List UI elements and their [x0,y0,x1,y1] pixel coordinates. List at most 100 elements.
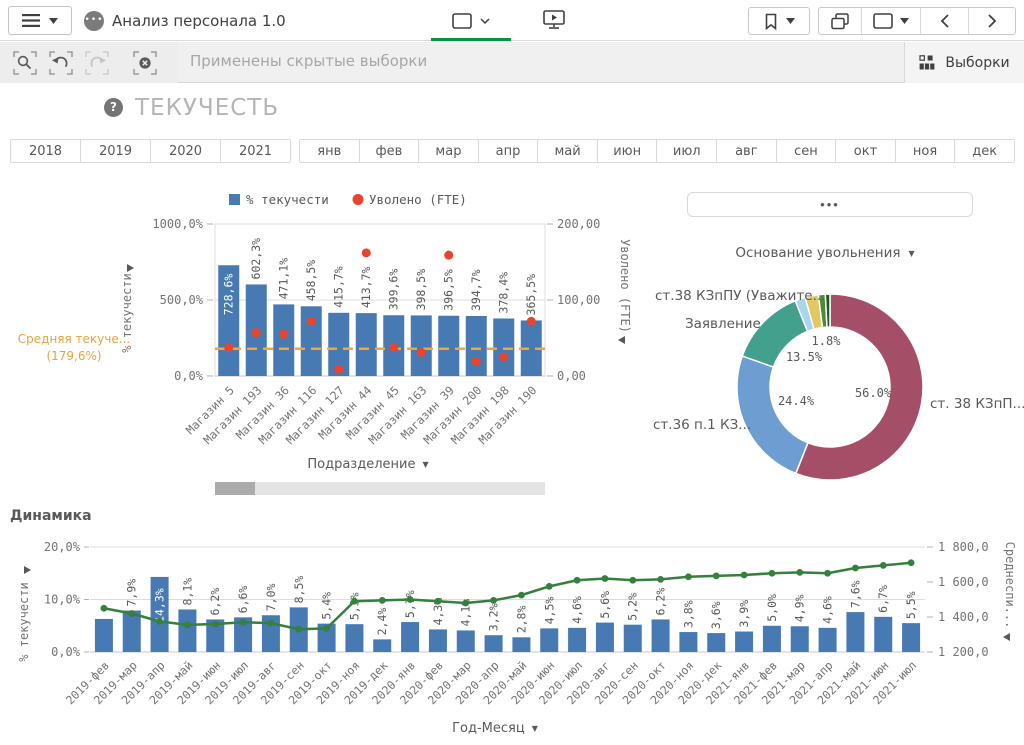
line-point-2020-мар[interactable] [462,600,469,607]
bar-2021-июн[interactable] [874,617,892,652]
line-point-2021-янв[interactable] [741,572,748,579]
line-point-2019-июн[interactable] [212,621,219,628]
month-filter-дек[interactable]: дек [955,140,1014,162]
fte-dot-Магазин 198[interactable] [499,353,508,362]
line-point-2019-дек[interactable] [379,597,386,604]
line-point-2019-фев[interactable] [101,605,108,612]
expand-right-icon[interactable] [127,264,134,272]
bar-Магазин 39[interactable] [438,316,459,376]
bar-2021-янв[interactable] [735,632,753,652]
donut-slice-0.8[interactable] [825,294,830,327]
dynamics-chart[interactable]: 20,0%10,0%0,0%1 800,01 600,01 400,01 200… [0,530,1024,730]
line-point-2021-июл[interactable] [908,559,915,566]
dynamics-xaxis-dimension[interactable]: Год-Месяц ▼ [405,721,585,736]
bar-Магазин 36[interactable] [273,304,294,376]
line-point-2020-окт[interactable] [657,576,664,583]
bar-2020-окт[interactable] [652,619,670,652]
smart-search-button[interactable] [12,50,38,76]
fte-dot-Магазин 163[interactable] [417,348,426,357]
step-forward-button[interactable] [84,50,110,76]
month-filter-май[interactable]: май [538,140,598,162]
month-filter-авг[interactable]: авг [717,140,777,162]
bar-Магазин 116[interactable] [301,306,322,376]
bar-2020-июл[interactable] [568,628,586,652]
more-options-button[interactable]: ••• [687,192,973,217]
app-info-icon[interactable]: ••• [84,11,104,31]
line-point-2020-дек[interactable] [713,572,720,579]
bar-2020-ноя[interactable] [679,632,697,652]
expand-left-icon[interactable] [618,336,625,344]
year-filter-2019[interactable]: 2019 [81,140,151,162]
fte-dot-Магазин 5[interactable] [224,343,233,352]
line-point-2019-май[interactable] [184,621,191,628]
dismissal-reasons-donut[interactable]: ст.38 КЗпПУ (Уважите...Заявлениест.36 п.… [640,240,1024,492]
bar-2019-фев[interactable] [95,619,113,652]
fte-dot-Магазин 36[interactable] [279,330,288,339]
bar-Магазин 198[interactable] [493,318,514,376]
month-filter-июн[interactable]: июн [598,140,658,162]
month-filter-апр[interactable]: апр [479,140,539,162]
bar-Магазин 44[interactable] [356,313,377,376]
bar-Магазин 200[interactable] [466,316,487,376]
donut-slice-ст.36 п.1 КЗ...[interactable] [737,356,808,473]
month-filter-мар[interactable]: мар [419,140,479,162]
presentation-mode-button[interactable] [538,8,570,34]
month-filter-сен[interactable]: сен [777,140,837,162]
selections-button[interactable]: Выборки [904,42,1024,83]
line-point-2019-сен[interactable] [295,626,302,633]
fte-dot-Магазин 127[interactable] [334,365,343,374]
bar-2019-дек[interactable] [373,639,391,652]
combo-chart-scrollbar[interactable] [215,482,545,495]
line-point-2021-апр[interactable] [824,570,831,577]
scrollbar-thumb[interactable] [215,482,255,495]
help-icon[interactable]: ? [104,98,123,117]
previous-sheet-button[interactable] [921,8,970,34]
global-menu-button[interactable] [8,6,72,35]
year-filter-2020[interactable]: 2020 [151,140,221,162]
line-point-2021-май[interactable] [852,565,859,572]
next-sheet-button[interactable] [969,8,1015,34]
line-point-2020-сен[interactable] [629,577,636,584]
bar-2019-ноя[interactable] [345,624,363,652]
bar-Магазин 163[interactable] [411,315,432,376]
sheets-overview-button[interactable] [819,8,862,34]
bar-2020-сен[interactable] [624,625,642,652]
line-point-2020-фев[interactable] [435,598,442,605]
fte-dot-Магазин 193[interactable] [252,328,261,337]
expand-right-icon[interactable] [24,566,31,574]
line-point-2019-июл[interactable] [240,619,247,626]
line-point-2020-авг[interactable] [602,575,609,582]
year-filter-2018[interactable]: 2018 [11,140,81,162]
line-point-2019-ноя[interactable] [351,598,358,605]
line-point-2020-июн[interactable] [546,583,553,590]
line-point-2019-апр[interactable] [156,618,163,625]
bar-2021-июл[interactable] [902,623,920,652]
line-point-2020-ноя[interactable] [685,573,692,580]
clear-selections-button[interactable] [132,50,158,76]
bookmarks-button[interactable] [748,7,810,35]
month-filter-окт[interactable]: окт [836,140,896,162]
combo-xaxis-dimension[interactable]: Подразделение ▼ [280,457,456,472]
line-point-2020-апр[interactable] [490,597,497,604]
line-point-2020-янв[interactable] [407,596,414,603]
line-point-2021-фев[interactable] [769,570,776,577]
bar-2020-мар[interactable] [457,630,475,652]
current-sheet-button[interactable] [431,0,511,41]
bar-2020-янв[interactable] [401,622,419,652]
month-filter-янв[interactable]: янв [300,140,360,162]
line-point-2020-июл[interactable] [574,577,581,584]
month-filter-июл[interactable]: июл [657,140,717,162]
fte-dot-Магазин 45[interactable] [389,343,398,352]
line-point-2019-окт[interactable] [323,625,330,632]
expand-left-icon[interactable] [1003,633,1010,641]
bar-2021-фев[interactable] [763,626,781,652]
bar-2020-май[interactable] [512,637,530,652]
sheet-view-button[interactable] [862,8,921,34]
bar-2020-апр[interactable] [485,635,503,652]
line-point-2019-авг[interactable] [268,620,275,627]
headcount-line[interactable] [104,563,911,630]
line-point-2019-мар[interactable] [128,610,135,617]
bar-2020-дек[interactable] [707,633,725,652]
fte-dot-Магазин 200[interactable] [472,357,481,366]
bar-2020-авг[interactable] [596,623,614,652]
